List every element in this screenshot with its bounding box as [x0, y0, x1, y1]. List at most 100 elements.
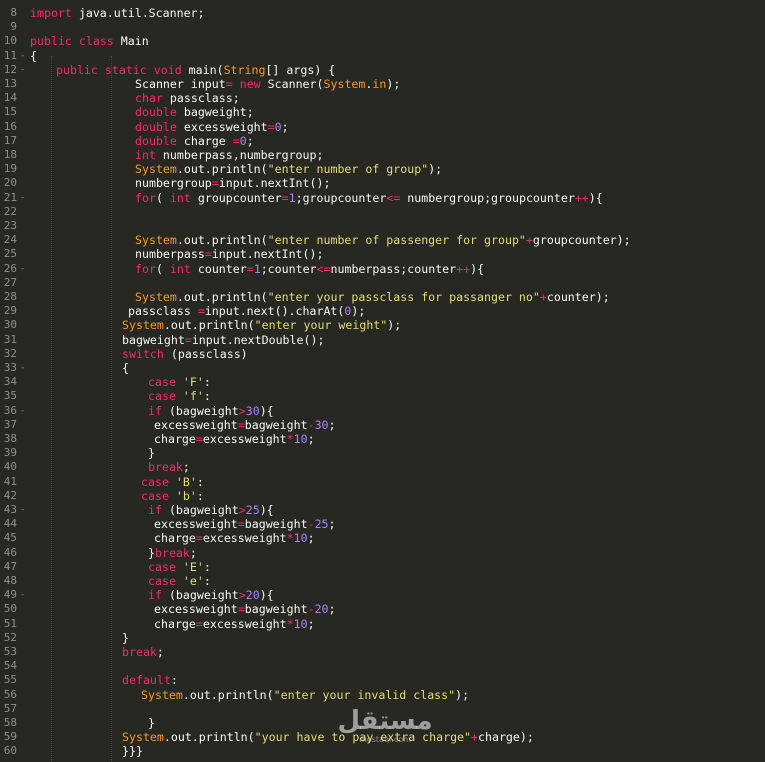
code-token: System [122, 318, 164, 333]
code-token: numbergroup [135, 176, 212, 191]
code-line[interactable]: 35 case 'f': [0, 389, 765, 403]
code-line[interactable]: 43- if (bagweight>25){ [0, 503, 765, 517]
code-token: ; [189, 545, 197, 560]
code-line[interactable]: 31 bagweight=input.nextDouble(); [0, 333, 765, 347]
line-number: 23 [3, 219, 17, 232]
code-line[interactable]: 24 System.out.println("enter number of pa… [0, 233, 765, 247]
code-token: ; [328, 517, 336, 532]
line-number: 21 [3, 190, 17, 204]
code-line[interactable]: 18 int numberpass,numbergroup; [0, 148, 765, 162]
code-line[interactable]: 13 Scanner input= new Scanner(System.in); [0, 77, 765, 91]
code-line[interactable]: 45 charge=excessweight*10; [0, 531, 765, 545]
line-number: 15 [3, 105, 17, 119]
code-line[interactable]: 20 numbergroup=input.nextInt(); [0, 176, 765, 190]
code-editor[interactable]: 8 import java.util.Scanner; 9 10 public clas… [0, 0, 765, 762]
code-line[interactable]: 27 [0, 276, 765, 290]
fold-toggle-icon[interactable]: - [20, 191, 28, 205]
fold-toggle-icon[interactable]: - [20, 404, 28, 418]
code-line[interactable]: 21- for( int groupcounter=1;groupcounter<… [0, 191, 765, 205]
code-line[interactable]: 54 [0, 659, 765, 673]
code-line[interactable]: 50 excessweight=bagweight-20; [0, 602, 765, 616]
code-text: charge=excessweight*10; [154, 617, 315, 631]
code-token: new [239, 77, 261, 91]
code-line[interactable]: 33- { [0, 361, 765, 375]
code-token: ){ [470, 261, 485, 276]
line-number: 31 [3, 332, 17, 346]
code-token: import [30, 6, 72, 20]
code-line[interactable]: 11-{ [0, 49, 765, 63]
code-token: ; [328, 602, 336, 617]
code-text: }break; [148, 546, 197, 560]
code-line[interactable]: 17 double charge =0; [0, 134, 765, 148]
code-token: > [238, 588, 246, 603]
code-line[interactable]: 60}}} [0, 744, 765, 758]
code-line[interactable]: 9 [0, 20, 765, 34]
code-line[interactable]: 52} [0, 631, 765, 645]
code-line[interactable]: 29 passclass =input.next().charAt(0); [0, 304, 765, 318]
fold-toggle-icon[interactable]: - [20, 503, 28, 517]
code-token: 1 [288, 190, 296, 205]
code-token: 'F' [182, 375, 204, 390]
code-line[interactable]: 55 default: [0, 673, 765, 687]
code-line[interactable]: 47 case 'E': [0, 560, 765, 574]
code-line[interactable]: 56 System.out.println("enter your invalid… [0, 688, 765, 702]
code-text: break; [122, 645, 164, 659]
code-token: ; [307, 616, 315, 631]
code-token: class [78, 34, 114, 49]
code-text: excessweight=bagweight-30; [154, 418, 336, 432]
fold-toggle-icon[interactable]: - [20, 262, 28, 276]
code-token: ); [386, 77, 401, 91]
code-token: = [237, 602, 245, 617]
code-token: + [539, 290, 547, 304]
code-line[interactable]: 22 [0, 205, 765, 219]
code-line[interactable]: 42 case 'b': [0, 489, 765, 503]
code-line[interactable]: 28 System.out.println("enter your passcla… [0, 290, 765, 304]
code-line[interactable]: 12- public static void main(String[] args… [0, 63, 765, 77]
code-line[interactable]: 19 System.out.println("enter number of gr… [0, 162, 765, 176]
code-line[interactable]: 30 System.out.println("enter your weight"… [0, 318, 765, 332]
code-line[interactable]: 41 case 'B': [0, 475, 765, 489]
code-line[interactable]: 40 break; [0, 460, 765, 474]
code-line[interactable]: 49- if (bagweight>20){ [0, 588, 765, 602]
line-number: 28 [3, 290, 17, 303]
fold-toggle-icon[interactable]: - [20, 63, 28, 77]
code-token: + [525, 233, 533, 248]
code-line[interactable]: 10 public class Main [0, 34, 765, 48]
fold-toggle-icon[interactable]: - [20, 361, 28, 375]
fold-toggle-icon[interactable]: - [20, 588, 28, 602]
line-number: 36 [3, 403, 17, 417]
code-line[interactable]: 34 case 'F': [0, 375, 765, 389]
line-number: 11 [3, 48, 17, 62]
code-line[interactable]: 48 case 'e': [0, 574, 765, 588]
code-line[interactable]: 38 charge=excessweight*10; [0, 432, 765, 446]
line-number: 35 [3, 389, 17, 403]
code-line[interactable]: 46}break; [0, 546, 765, 560]
fold-toggle-icon[interactable]: - [20, 49, 28, 63]
code-line[interactable]: 53 break; [0, 645, 765, 659]
code-token: ){ [588, 190, 603, 205]
code-text: case 'f': [148, 389, 211, 403]
code-line[interactable]: 36- if (bagweight>30){ [0, 404, 765, 418]
code-line[interactable]: 8 import java.util.Scanner; [0, 6, 765, 20]
code-line[interactable]: 51 charge=excessweight*10; [0, 617, 765, 631]
code-token: > [238, 503, 246, 517]
code-line[interactable]: 16 double excessweight=0; [0, 120, 765, 134]
code-line[interactable]: 37 excessweight=bagweight-30; [0, 418, 765, 432]
code-line[interactable]: 26- for( int counter=1;counter<=numberpas… [0, 262, 765, 276]
code-token: ; [281, 119, 289, 134]
code-text: System.out.println("enter number of grou… [135, 162, 442, 176]
code-text: System.out.println("enter your invalid c… [141, 688, 469, 702]
line-number: 53 [3, 645, 17, 658]
code-line[interactable]: 39} [0, 446, 765, 460]
code-line[interactable]: 14 char passclass; [0, 91, 765, 105]
code-line[interactable]: 32 switch (passclass) [0, 347, 765, 361]
code-token: groupcounter); [532, 233, 631, 248]
code-line[interactable]: 23 [0, 219, 765, 233]
code-line[interactable]: 15 double bagweight; [0, 105, 765, 119]
code-token: ){ [259, 403, 274, 418]
code-line[interactable]: 25 numberpass=input.nextInt(); [0, 247, 765, 261]
code-line[interactable]: 44 excessweight=bagweight-25; [0, 517, 765, 531]
code-token: 25 [245, 503, 260, 517]
code-token: - [307, 417, 315, 432]
